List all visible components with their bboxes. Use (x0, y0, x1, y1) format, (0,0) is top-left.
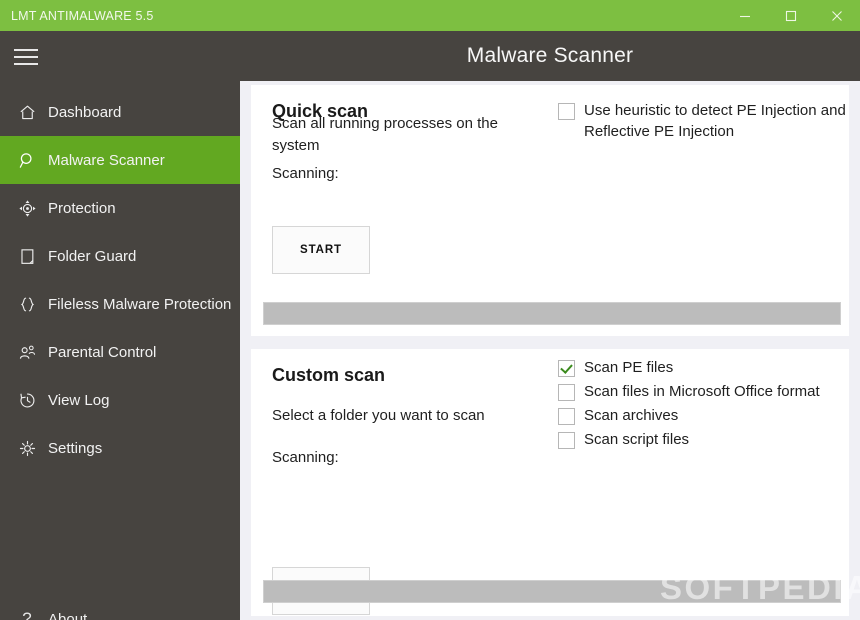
scan-script-files-checkbox[interactable] (558, 432, 575, 449)
sidebar-item-dashboard[interactable]: Dashboard (0, 88, 240, 136)
heuristic-checkbox[interactable] (558, 103, 575, 120)
quick-scan-start-button[interactable]: START (272, 226, 370, 274)
quick-scan-progress-bar (263, 302, 841, 325)
custom-scan-title: Custom scan (272, 365, 385, 386)
custom-scan-option-row[interactable]: Scan archives (558, 405, 849, 426)
sidebar-item-label: Parental Control (46, 344, 156, 361)
maximize-button[interactable] (768, 0, 814, 31)
sidebar-item-label: View Log (46, 392, 109, 409)
sidebar-item-fileless-malware-protection[interactable]: Fileless Malware Protection (0, 280, 240, 328)
sidebar-item-label: About (46, 611, 87, 620)
sidebar-item-protection[interactable]: Protection (0, 184, 240, 232)
sidebar-nav: Dashboard Malware Scanner (0, 88, 240, 472)
sidebar-item-label: Fileless Malware Protection (46, 296, 231, 313)
custom-scan-description: Select a folder you want to scan (272, 405, 542, 427)
scan-archives-checkbox[interactable] (558, 408, 575, 425)
scan-pe-files-checkbox[interactable] (558, 360, 575, 377)
shield-target-icon (0, 199, 46, 218)
sidebar-item-settings[interactable]: Settings (0, 424, 240, 472)
quick-scan-description: Scan all running processes on the system (272, 113, 542, 157)
close-button[interactable] (814, 0, 860, 31)
custom-scan-option-row[interactable]: Scan PE files (558, 357, 849, 378)
window-controls (722, 0, 860, 31)
home-icon (0, 103, 46, 122)
gear-icon (0, 439, 46, 458)
custom-scan-progress-bar (263, 580, 841, 603)
folder-square-icon (0, 247, 46, 266)
sidebar-item-label: Folder Guard (46, 248, 136, 265)
sidebar-item-folder-guard[interactable]: Folder Guard (0, 232, 240, 280)
sidebar-item-label: Malware Scanner (46, 152, 165, 169)
people-icon (0, 343, 46, 362)
quick-scan-options: Use heuristic to detect PE Injection and… (558, 100, 849, 145)
sidebar-item-label: Settings (46, 440, 102, 457)
quick-scan-panel: Quick scan Scan all running processes on… (251, 85, 849, 336)
title-bar: LMT ANTIMALWARE 5.5 (0, 0, 860, 31)
curly-braces-icon (0, 295, 46, 314)
window-title: LMT ANTIMALWARE 5.5 (11, 9, 154, 23)
page-title: Malware Scanner (467, 44, 633, 68)
quick-scan-option-row[interactable]: Use heuristic to detect PE Injection and… (558, 100, 849, 142)
question-mark-icon: ? (0, 609, 46, 620)
scan-script-files-label: Scan script files (584, 429, 689, 450)
sidebar-item-malware-scanner[interactable]: Malware Scanner (0, 136, 240, 184)
history-clock-icon (0, 391, 46, 410)
scan-office-files-checkbox[interactable] (558, 384, 575, 401)
custom-scan-option-row[interactable]: Scan files in Microsoft Office format (558, 381, 849, 402)
sidebar-item-label: Protection (46, 200, 116, 217)
sidebar: Dashboard Malware Scanner (0, 31, 240, 620)
custom-scan-options: Scan PE files Scan files in Microsoft Of… (558, 357, 849, 453)
application-window: LMT ANTIMALWARE 5.5 (0, 0, 860, 620)
sidebar-item-label: Dashboard (46, 104, 121, 121)
heuristic-checkbox-label: Use heuristic to detect PE Injection and… (584, 100, 849, 142)
minimize-button[interactable] (722, 0, 768, 31)
scan-office-files-label: Scan files in Microsoft Office format (584, 381, 820, 402)
sidebar-item-view-log[interactable]: View Log (0, 376, 240, 424)
sidebar-item-parental-control[interactable]: Parental Control (0, 328, 240, 376)
quick-scan-scanning-label: Scanning: (272, 165, 339, 182)
custom-scan-panel: Custom scan Select a folder you want to … (251, 349, 849, 616)
search-magnifier-icon (0, 151, 46, 170)
hamburger-menu-icon[interactable] (12, 43, 40, 71)
scan-archives-label: Scan archives (584, 405, 678, 426)
page-header: Malware Scanner (240, 31, 860, 81)
scan-pe-files-label: Scan PE files (584, 357, 673, 378)
sidebar-item-about[interactable]: ? About (0, 595, 240, 620)
main-content: Quick scan Scan all running processes on… (240, 81, 860, 620)
custom-scan-option-row[interactable]: Scan script files (558, 429, 849, 450)
custom-scan-scanning-label: Scanning: (272, 449, 339, 466)
